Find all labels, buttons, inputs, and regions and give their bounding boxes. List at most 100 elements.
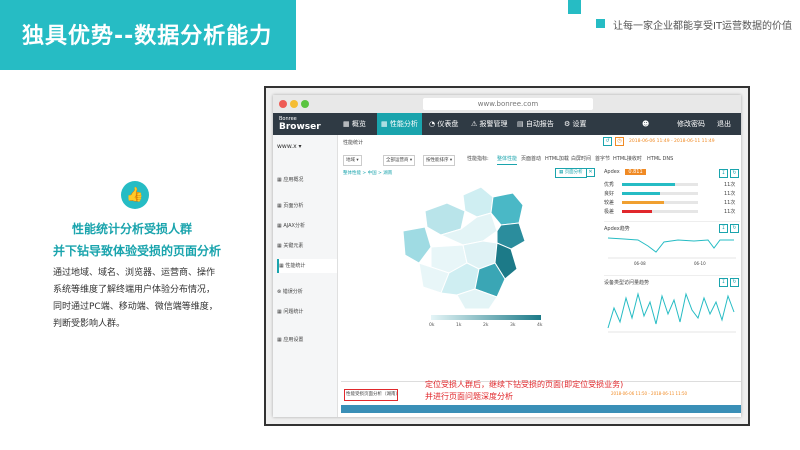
apdex-row-label: 极差 [604, 209, 615, 215]
tab-html-load[interactable]: HTML加载 [545, 155, 569, 164]
change-password-link[interactable]: 修改密码 [673, 113, 709, 135]
nav-performance[interactable]: ▦ 性能分析 [377, 113, 422, 135]
user-avatar-icon[interactable]: ☻ [638, 113, 653, 135]
sidebar: www.x ▾ ▦ 应用概况 ▦ 页面分析 ▦ AJAX分析 ▦ 关键元素 ▦ … [273, 135, 338, 417]
feature-subheading: 并下钻导致体验受损的页面分析 [53, 244, 222, 258]
apdex-row-label: 优秀 [604, 182, 615, 188]
sidebar-item-label: 关键元素 [283, 243, 304, 249]
close-icon[interactable]: ✕ [586, 168, 595, 177]
apdex-row-track [622, 201, 698, 204]
sidebar-item-key-elements[interactable]: ▦ 关键元素 [277, 239, 335, 253]
thumbs-up-icon: 👍 [121, 181, 149, 209]
sidebar-item-page-analysis[interactable]: ▦ 页面分析 [277, 199, 335, 213]
trend-line [607, 292, 735, 329]
apdex-row-label: 较差 [604, 200, 615, 206]
annotation-line-2: 并进行页面问题深度分析 [425, 392, 513, 401]
map-region[interactable] [490, 192, 524, 226]
filter-label: 按性能排序 [426, 158, 449, 163]
refresh-icon[interactable]: ↻ [730, 278, 739, 287]
apdex-row-fill [622, 210, 653, 213]
apdex-label: Apdex [604, 169, 620, 175]
device-trend-panel: 设备类型访问量趋势 ↧ ↻ [604, 275, 740, 338]
legend-tick: 2k [483, 323, 489, 328]
sidebar-item-errors[interactable]: ⊗ 错误分析 [277, 285, 335, 299]
slogan: 让每一家企业都能享受IT运营数据的价值 [613, 21, 793, 32]
nav-label: 概览 [351, 120, 366, 128]
apdex-trend-chart [607, 237, 736, 259]
tab-white-screen[interactable]: 白屏时间 [571, 155, 591, 164]
title-bar: 独具优势--数据分析能力 [0, 0, 296, 70]
nav-reports[interactable]: ▤ 自动报告 [513, 113, 558, 135]
close-dot-icon[interactable] [279, 100, 287, 108]
apdex-row-count: 11次 [724, 209, 736, 215]
tab-html-receive[interactable]: HTML接收时 [613, 155, 642, 164]
date-range[interactable]: 2018-06-06 11:49 - 2018-06-11 11:49 [629, 139, 715, 144]
desc-line: 判断受影响人群。 [53, 319, 126, 329]
export-icon[interactable]: ↧ [719, 169, 728, 178]
x-tick: 06-10 [694, 261, 706, 266]
nav-settings[interactable]: ⚙ 设置 [560, 113, 591, 135]
apdex-row-label: 良好 [604, 191, 615, 197]
nav-alerts[interactable]: ⚠ 报警管理 [467, 113, 512, 135]
filter-region[interactable]: 地域 ▾ [343, 155, 362, 166]
apdex-row: 较差 11次 [604, 199, 740, 207]
address-bar[interactable]: www.bonree.com [423, 98, 593, 110]
sub-title: 性能受损页面分析（湖南） [346, 392, 400, 397]
apdex-row-fill [622, 201, 664, 204]
sidebar-item-app-overview[interactable]: ▦ 应用概况 [277, 173, 335, 187]
sidebar-item-perf-stats[interactable]: ▦ 性能统计 [277, 259, 337, 273]
apdex-row: 极差 11次 [604, 208, 740, 216]
nav-overview[interactable]: ▦ 概览 [339, 113, 370, 135]
sidebar-item-label: AJAX分析 [283, 223, 305, 229]
nav-label: 修改密码 [677, 120, 705, 128]
map-region[interactable] [462, 186, 494, 218]
hunan-map[interactable] [401, 183, 571, 313]
export-icon[interactable]: ↧ [719, 278, 728, 287]
nav-label: 退出 [717, 120, 731, 128]
x-tick: 06-08 [634, 261, 646, 266]
tab-overall[interactable]: 整体性能 [497, 155, 518, 165]
table-header [341, 405, 741, 413]
sidebar-item-ajax[interactable]: ▦ AJAX分析 [277, 219, 335, 233]
breadcrumb[interactable]: 整体性能 > 中国 > 湖南 [343, 170, 392, 176]
logout-link[interactable]: 退出 [713, 113, 735, 135]
minimize-dot-icon[interactable] [290, 100, 298, 108]
refresh-icon[interactable]: ↻ [730, 169, 739, 178]
apdex-row-count: 11次 [724, 191, 736, 197]
apdex-row-track [622, 210, 698, 213]
map-region[interactable] [402, 226, 432, 264]
feature-description: 通过地域、域名、浏览器、运营商、操作 系统等维度了解终端用户体验分布情况， 同时… [53, 265, 233, 333]
button-label: 页面分析 [564, 170, 583, 175]
table-row[interactable]: 0.811✔页面http://www.x.com/site/homepageht… [341, 415, 741, 417]
filter-label: 地域 [346, 158, 355, 163]
apdex-row-fill [622, 183, 676, 186]
nav-label: 性能分析 [389, 120, 418, 128]
sidebar-item-label: 错误分析 [282, 289, 303, 295]
nav-dashboard[interactable]: ◔ 仪表盘 [425, 113, 462, 135]
sidebar-item-issues[interactable]: ▦ 问题统计 [277, 305, 335, 319]
product-screenshot: www.bonree.com Bonree Browser ▦ 概览 ▦ 性能分… [264, 86, 750, 426]
site-selector[interactable]: www.x ▾ [277, 143, 302, 150]
back-icon[interactable]: ↺ [603, 137, 612, 146]
tab-html-dns[interactable]: HTML DNS [647, 155, 673, 164]
apdex-row-count: 11次 [724, 200, 736, 206]
page-analysis-button[interactable]: ▦ 页面分析 [555, 168, 587, 178]
sub-date: 2018-06-06 11:50 - 2018-06-11 11:50 [611, 391, 688, 396]
desc-line: 同时通过PC端、移动端、微信端等维度， [53, 302, 218, 312]
maximize-dot-icon[interactable] [301, 100, 309, 108]
desc-line: 通过地域、域名、浏览器、运营商、操作 [53, 268, 216, 278]
filter-isp[interactable]: 全部运营商 ▾ [383, 155, 416, 166]
annotation-line-1: 定位受损人群后，继续下钻受损的页面(即定位受损业务) [425, 380, 624, 389]
filter-label: 全部运营商 [386, 158, 409, 163]
tab-first-byte[interactable]: 首字节 [595, 155, 610, 164]
device-trend-chart [607, 292, 736, 333]
legend-tick: 4k [537, 323, 543, 328]
sidebar-item-app-settings[interactable]: ▦ 应用设置 [277, 333, 335, 347]
apdex-row-track [622, 192, 698, 195]
tab-first-paint[interactable]: 页面首动 [521, 155, 541, 164]
clock-icon[interactable]: ◷ [615, 137, 624, 146]
desc-line: 系统等维度了解终端用户体验分布情况， [53, 285, 216, 295]
apdex-row: 优秀 11次 [604, 181, 740, 189]
filter-sort[interactable]: 按性能排序 ▾ [423, 155, 456, 166]
main-content: 性能统计 ↺ ◷ 2018-06-06 11:49 - 2018-06-11 1… [341, 137, 741, 417]
